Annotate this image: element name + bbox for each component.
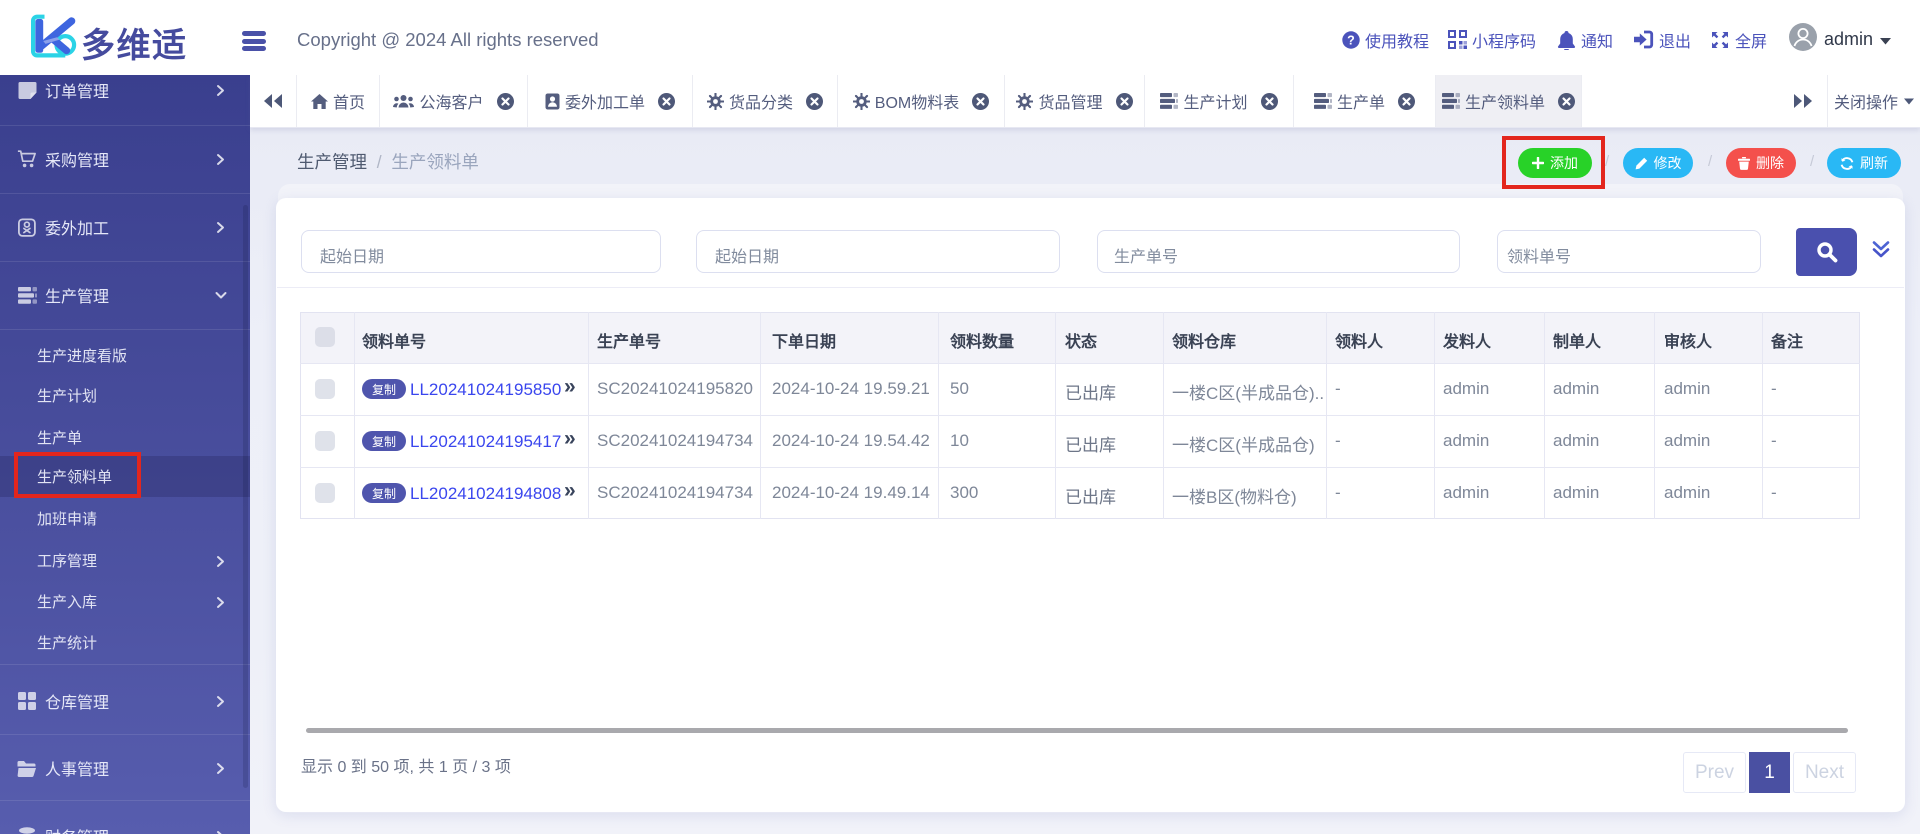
svg-text:?: ? — [1347, 33, 1355, 47]
